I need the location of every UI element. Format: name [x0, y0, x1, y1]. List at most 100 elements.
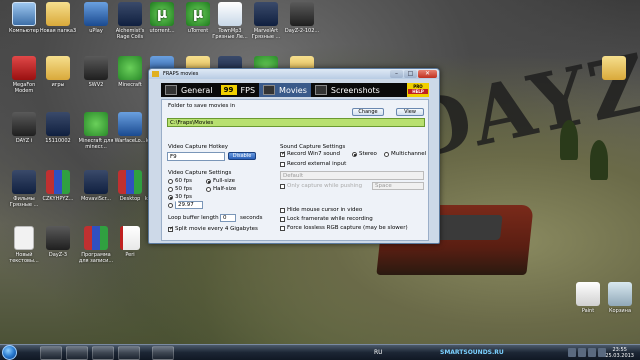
desktop-icon-label: DayZ-3	[48, 252, 68, 258]
loop-length-field[interactable]: 0	[220, 214, 236, 222]
tab-fps[interactable]: 99 FPS	[217, 83, 260, 97]
taskbar: RU SMARTSOUNDS.RU 23:55 25.03.2013	[0, 344, 640, 360]
minecraft-icon	[84, 112, 108, 136]
window-title: FRAPS movies	[163, 71, 199, 77]
desktop-icon[interactable]: Peri	[110, 226, 150, 258]
full-size-radio[interactable]	[206, 179, 211, 184]
minimize-button[interactable]: –	[390, 70, 403, 78]
record-win7-checkbox[interactable]	[280, 150, 286, 157]
half-size-label: Half-size	[213, 186, 237, 192]
help-badge[interactable]: PRO HELP	[407, 83, 429, 97]
tray-icon[interactable]	[568, 348, 576, 357]
push-to-talk-label: Only capture while pushing	[287, 183, 363, 189]
dayz-icon	[290, 2, 314, 26]
tab-screenshots-label: Screenshots	[330, 85, 380, 95]
desktop-icon[interactable]: Корзина	[600, 282, 640, 314]
settings-label: Video Capture Settings	[168, 170, 232, 176]
record-external-checkbox[interactable]	[280, 162, 285, 167]
force-rgb-checkbox[interactable]	[280, 226, 285, 231]
fps60-radio[interactable]	[168, 179, 173, 184]
game-icon	[118, 2, 142, 26]
sound-label: Sound Capture Settings	[280, 144, 346, 150]
taskbar-utorrent[interactable]	[66, 346, 88, 360]
change-button[interactable]: Change	[352, 108, 384, 116]
movies-tab-icon	[263, 85, 276, 95]
maximize-button[interactable]: □	[404, 70, 417, 78]
help-button[interactable]: HELP	[408, 89, 428, 94]
tab-general[interactable]: General	[161, 83, 217, 97]
desktop-icon[interactable]: TownMp3 Грязные Ле...	[210, 2, 250, 40]
megafon-icon	[12, 56, 36, 80]
fps-custom-radio[interactable]	[168, 203, 173, 208]
title-bar[interactable]: FRAPS movies – □ ✕	[149, 69, 439, 79]
fps50-radio[interactable]	[168, 187, 173, 192]
clock[interactable]: 23:55 25.03.2013	[605, 347, 634, 359]
network-icon[interactable]	[588, 348, 596, 357]
desktop-icon[interactable]: 15110002	[38, 112, 78, 144]
desktop-icon[interactable]: MarvelArt Грязные ...	[246, 2, 286, 40]
paint-icon	[576, 282, 600, 306]
dayz-icon	[12, 112, 36, 136]
general-tab-icon	[165, 85, 177, 95]
movavi-icon	[84, 170, 108, 194]
folder-icon	[46, 56, 70, 80]
desktop-icon-label: Peri	[125, 252, 135, 258]
uplay-icon	[84, 2, 108, 26]
desktop-icon[interactable]: DayZ-2-102...	[282, 2, 322, 34]
desktop-icon-label: 15110002	[45, 138, 71, 144]
dayz-icon	[46, 226, 70, 250]
fps60-label: 60 fps	[175, 178, 193, 184]
taskbar-steam[interactable]	[40, 346, 62, 360]
desktop-icon[interactable]: Новая папка3	[38, 2, 78, 34]
full-size-label: Full-size	[213, 178, 236, 184]
push-to-talk-checkbox[interactable]	[280, 184, 285, 189]
taskbar-record[interactable]	[152, 346, 174, 360]
lock-framerate-label: Lock framerate while recording	[287, 216, 373, 222]
desktop-icon-label: игры	[51, 82, 65, 88]
desktop-icon[interactable]	[594, 56, 634, 82]
stereo-radio[interactable]	[352, 152, 357, 157]
tab-screenshots[interactable]: Screenshots	[311, 83, 384, 97]
tab-general-label: General	[181, 85, 213, 95]
hide-cursor-label: Hide mouse cursor in video	[287, 207, 363, 213]
minecraft-icon	[118, 56, 142, 80]
tab-movies[interactable]: Movies	[259, 83, 311, 97]
hotkey-field[interactable]: F9	[167, 152, 225, 161]
record-external-label: Record external input	[287, 161, 347, 167]
tab-movies-label: Movies	[279, 85, 307, 95]
folder-path-field[interactable]: C:\Fraps\Movies	[167, 118, 425, 127]
split-movie-checkbox[interactable]	[168, 225, 174, 232]
external-input-select[interactable]: Default	[280, 171, 424, 180]
tray-icon[interactable]	[578, 348, 586, 357]
close-button[interactable]: ✕	[418, 70, 437, 78]
desktop-icon-label: TownMp3 Грязные Ле...	[212, 28, 248, 40]
recycle-bin-icon	[608, 282, 632, 306]
winrar-icon	[84, 226, 108, 250]
desktop-icon[interactable]: µ utorrent...	[142, 2, 182, 34]
desktop-icon[interactable]: DayZ-3	[38, 226, 78, 258]
system-tray	[568, 348, 606, 357]
wallpaper-tree	[590, 140, 608, 180]
taskbar-opera[interactable]	[92, 346, 114, 360]
multichannel-label: Multichannel	[391, 151, 427, 157]
multichannel-radio[interactable]	[384, 152, 389, 157]
push-key-field[interactable]: Space	[372, 182, 424, 190]
start-button[interactable]	[2, 345, 17, 360]
tab-bar: General 99 FPS Movies Screenshots PRO HE…	[161, 83, 429, 97]
taskbar-media[interactable]	[118, 346, 140, 360]
hotkey-label: Video Capture Hotkey	[168, 144, 229, 150]
screenshots-tab-icon	[314, 85, 327, 95]
warface-icon	[118, 112, 142, 136]
view-button[interactable]: View	[396, 108, 424, 116]
fps-tab-icon: 99	[220, 85, 237, 95]
disable-hotkey-button[interactable]: Disable	[228, 152, 256, 160]
desktop-icon[interactable]: CZKYHPYZ...	[38, 170, 78, 202]
desktop-icon-label: DayZ-2-102...	[284, 28, 320, 34]
lock-framerate-checkbox[interactable]	[280, 217, 285, 222]
hide-cursor-checkbox[interactable]	[280, 208, 285, 213]
language-indicator[interactable]: RU	[374, 349, 383, 356]
desktop-icon[interactable]: игры	[38, 56, 78, 88]
computer-icon	[12, 2, 36, 26]
half-size-radio[interactable]	[206, 187, 211, 192]
video-file-icon	[46, 112, 70, 136]
